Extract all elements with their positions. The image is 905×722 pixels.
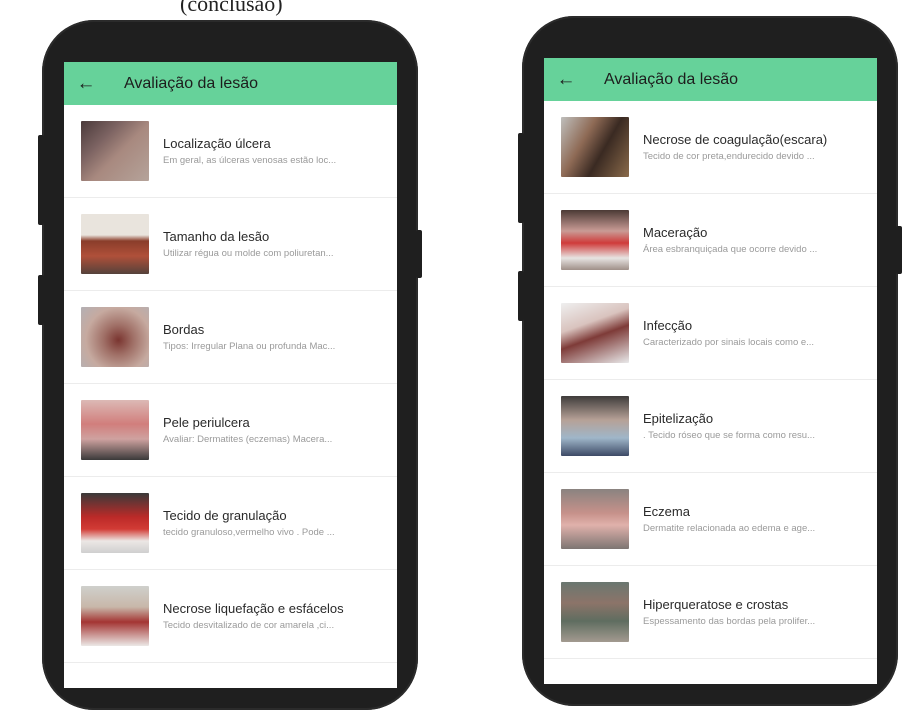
wound-thumbnail xyxy=(81,121,149,181)
list-item-subtitle: Dermatite relacionada ao edema e age... xyxy=(643,523,816,534)
arrow-left-icon[interactable]: ← xyxy=(544,69,588,91)
list-item-title: Localização úlcera xyxy=(163,136,271,151)
list-item-title: Bordas xyxy=(163,322,205,337)
list-item-title: Eczema xyxy=(643,504,690,519)
wound-thumbnail xyxy=(81,586,149,646)
wound-thumbnail xyxy=(81,307,149,367)
wound-thumbnail xyxy=(561,117,629,177)
list-item[interactable]: Bordas Tipos: Irregular Plana ou profunda… xyxy=(64,291,397,384)
list-item-subtitle: Em geral, as úlceras venosas estão loc..… xyxy=(163,155,337,166)
app-screen: ← Avaliação da lesão Necrose de coagulaç… xyxy=(544,58,877,684)
list-item[interactable]: Localização úlcera Em geral, as úlceras v… xyxy=(64,105,397,198)
list-item-subtitle: Tecido de cor preta,endurecido devido ..… xyxy=(643,151,815,162)
side-button xyxy=(38,135,44,225)
list-item-title: Infecção xyxy=(643,318,693,333)
side-button xyxy=(38,275,44,325)
list-item[interactable]: Hiperqueratose e crostas Espessamento das… xyxy=(544,566,877,659)
list-item[interactable]: Pele periulcera Avaliar: Dermatites (ecze… xyxy=(64,384,397,477)
app-bar: ← Avaliação da lesão xyxy=(544,58,877,101)
app-bar-title: Avaliação da lesão xyxy=(124,74,259,92)
list-item-subtitle: Tecido desvitalizado de cor amarela ,ci.… xyxy=(163,620,335,631)
list-item-title: Necrose liquefação e esfácelos xyxy=(163,601,344,616)
list-item-subtitle: Avaliar: Dermatites (eczemas) Macera... xyxy=(163,434,333,445)
lesion-list: Localização úlcera Em geral, as úlceras v… xyxy=(64,105,397,663)
side-button xyxy=(896,226,902,274)
list-item-subtitle: Utilizar régua ou molde com poliuretan..… xyxy=(163,248,334,259)
list-item[interactable]: Epitelização . Tecido róseo que se forma … xyxy=(544,380,877,473)
wound-thumbnail xyxy=(561,582,629,642)
list-item[interactable]: Necrose de coagulação(escara) Tecido de c… xyxy=(544,101,877,194)
wound-thumbnail xyxy=(81,493,149,553)
list-item[interactable]: Eczema Dermatite relacionada ao edema e a… xyxy=(544,473,877,566)
side-button xyxy=(518,133,524,223)
list-item[interactable]: Necrose liquefação e esfácelos Tecido des… xyxy=(64,570,397,663)
list-item-title: Necrose de coagulação(escara) xyxy=(643,132,828,147)
list-item-title: Maceração xyxy=(643,225,708,240)
side-button xyxy=(416,230,422,278)
list-item[interactable]: Tamanho da lesão Utilizar régua ou molde … xyxy=(64,198,397,291)
wound-thumbnail xyxy=(81,400,149,460)
list-item-subtitle: Área esbranquiçada que ocorre devido ... xyxy=(643,244,818,255)
list-item-title: Hiperqueratose e crostas xyxy=(643,597,789,612)
figure-caption: (conclusão) xyxy=(180,0,283,16)
app-bar-title: Avaliação da lesão xyxy=(604,70,739,88)
list-item-subtitle: tecido granuloso,vermelho vivo . Pode ..… xyxy=(163,527,335,538)
list-item-title: Tamanho da lesão xyxy=(163,229,270,244)
list-item-title: Tecido de granulação xyxy=(163,508,287,523)
wound-thumbnail xyxy=(561,396,629,456)
list-item-title: Pele periulcera xyxy=(163,415,250,430)
wound-thumbnail xyxy=(561,489,629,549)
list-item-subtitle: . Tecido róseo que se forma como resu... xyxy=(643,430,815,441)
wound-thumbnail xyxy=(561,303,629,363)
lesion-list: Necrose de coagulação(escara) Tecido de c… xyxy=(544,101,877,659)
arrow-left-icon[interactable]: ← xyxy=(64,73,108,95)
list-item-subtitle: Espessamento das bordas pela prolifer... xyxy=(643,616,816,627)
list-item[interactable]: Tecido de granulação tecido granuloso,ver… xyxy=(64,477,397,570)
list-item[interactable]: Maceração Área esbranquiçada que ocorre d… xyxy=(544,194,877,287)
side-button xyxy=(518,271,524,321)
list-item-title: Epitelização xyxy=(643,411,714,426)
phone-frame-left: ← Avaliação da lesão Localização úlcera E… xyxy=(38,20,422,710)
wound-thumbnail xyxy=(561,210,629,270)
list-item-subtitle: Tipos: Irregular Plana ou profunda Mac..… xyxy=(163,341,336,352)
phone-frame-right: ← Avaliação da lesão Necrose de coagulaç… xyxy=(518,16,902,706)
app-screen: ← Avaliação da lesão Localização úlcera E… xyxy=(64,62,397,688)
app-bar: ← Avaliação da lesão xyxy=(64,62,397,105)
wound-thumbnail xyxy=(81,214,149,274)
list-item-subtitle: Caracterizado por sinais locais como e..… xyxy=(643,337,815,348)
list-item[interactable]: Infecção Caracterizado por sinais locais … xyxy=(544,287,877,380)
